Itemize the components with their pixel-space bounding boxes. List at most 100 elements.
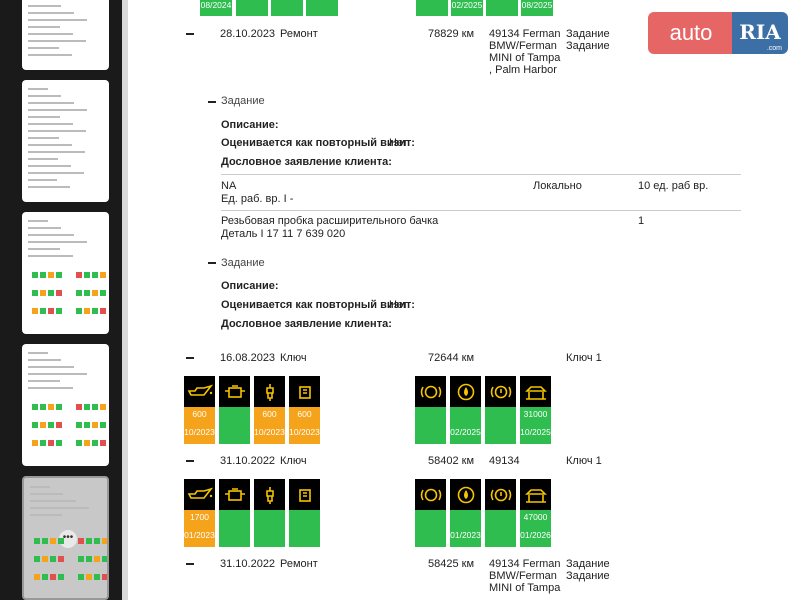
thumbnail-cell	[94, 556, 100, 562]
entry-date: 31.10.2022	[220, 455, 276, 467]
thumbnail-line	[30, 507, 89, 509]
task-collapse-icon[interactable]	[208, 262, 216, 264]
service-indicator: 01/2023	[450, 479, 481, 547]
thumbnail-cell	[94, 574, 100, 580]
service-indicator	[415, 376, 446, 444]
service-due-date: 01/2023	[450, 530, 481, 540]
thumbnail-cell	[48, 404, 54, 410]
thumbnail-line	[30, 514, 62, 516]
thumbnail-cell	[100, 308, 106, 314]
status-line: Задание	[566, 558, 610, 570]
thumbnail-cell	[40, 290, 46, 296]
thumbnail-cell	[100, 290, 106, 296]
page-thumbnail-5-selected[interactable]: •••	[22, 476, 109, 600]
thumbnail-cell	[50, 574, 56, 580]
collapse-toggle-icon[interactable]	[186, 563, 194, 565]
service-indicator: 600 10/2023	[254, 376, 285, 444]
entry-type: Ключ	[280, 455, 307, 467]
service-remaining-value: 600	[297, 409, 312, 419]
service-indicator	[485, 376, 516, 444]
thumbnail-cell	[92, 272, 98, 278]
thumbnail-cell	[102, 538, 107, 544]
entry-type: Ремонт	[280, 558, 318, 570]
collapse-toggle-icon[interactable]	[186, 357, 194, 359]
thumbnail-cell	[34, 556, 40, 562]
thumbnail-line	[28, 88, 48, 90]
service-remaining-value: 600	[262, 409, 277, 419]
fuel-filter-icon	[289, 479, 320, 510]
thumbnail-cell	[56, 440, 62, 446]
thumbnail-cell	[92, 422, 98, 428]
part-name: Резьбовая пробка расширительного бачка	[221, 215, 439, 227]
thumbnail-cell	[94, 538, 100, 544]
task-title: Задание	[221, 257, 265, 269]
spark-plug-icon	[254, 479, 285, 510]
service-status-orange: 600 10/2023	[184, 407, 215, 444]
thumbnail-cell	[48, 422, 54, 428]
thumbnail-cell	[58, 538, 64, 544]
repeat-visit-label: Оценивается как повторный визит:	[221, 137, 415, 149]
collapse-toggle-icon[interactable]	[186, 33, 194, 35]
repeat-visit-value: Нет	[389, 137, 408, 149]
thumbnail-line	[28, 165, 71, 167]
service-remaining-value: 600	[192, 409, 207, 419]
thumbnail-line	[28, 172, 84, 174]
page-thumbnail-2[interactable]	[22, 80, 109, 202]
top-icon-left-green-4	[306, 0, 338, 16]
service-status-green: 01/2023	[450, 510, 481, 547]
thumbnail-line	[28, 95, 61, 97]
page-thumbnail-1[interactable]	[22, 0, 109, 70]
logo-auto-text: auto	[648, 12, 734, 54]
entry-date: 16.08.2023	[220, 352, 276, 364]
dealer-line: BMW/Ferman	[489, 570, 557, 582]
thumbnail-line	[28, 54, 72, 56]
service-due-date: 01/2023	[184, 530, 215, 540]
thumbnail-line	[28, 33, 73, 35]
work-item-name: NA	[221, 180, 237, 192]
entry-mileage: 58402 км	[428, 455, 475, 467]
thumbnail-cell	[56, 422, 62, 428]
brake-fluid-icon	[450, 479, 481, 510]
thumbnail-cell	[40, 404, 46, 410]
thumbnail-cell	[76, 290, 82, 296]
dealer-line: MINI of Tampa	[489, 52, 561, 64]
car-lift-icon	[520, 376, 551, 407]
task-collapse-icon[interactable]	[208, 101, 216, 103]
thumbnail-cell	[42, 556, 48, 562]
thumbnail-line	[28, 380, 60, 382]
brake-rear-icon	[485, 479, 516, 510]
page-thumbnail-3[interactable]	[22, 212, 109, 334]
thumbnail-line	[28, 109, 87, 111]
top-icon-right-green-2: 02/2025	[451, 0, 483, 16]
dealer-line: BMW/Ferman	[489, 40, 557, 52]
divider	[221, 210, 741, 211]
top-icon-right-green-3	[486, 0, 518, 16]
thumbnail-cell	[48, 290, 54, 296]
page-thumbnail-4[interactable]	[22, 344, 109, 466]
thumbnail-cell	[32, 422, 38, 428]
thumbnail-cell	[76, 440, 82, 446]
thumbnail-cell	[76, 272, 82, 278]
service-due-date: 10/2023	[289, 427, 320, 437]
thumbnail-line	[28, 387, 73, 389]
repeat-visit-value: Нет	[389, 299, 408, 311]
service-status-green	[485, 407, 516, 444]
thumbnail-cell	[40, 440, 46, 446]
thumbnail-line	[28, 116, 60, 118]
thumbnail-cell	[100, 422, 106, 428]
thumbnail-cell	[76, 404, 82, 410]
thumbnail-line	[28, 158, 58, 160]
service-indicator: 47000 01/2026	[520, 479, 551, 547]
service-status-green	[219, 407, 250, 444]
status-line: Задание	[566, 40, 610, 52]
collapse-toggle-icon[interactable]	[186, 460, 194, 462]
thumbnail-cell	[58, 574, 64, 580]
thumbnail-cell	[40, 308, 46, 314]
top-icon-right-green-4: 08/2025	[521, 0, 553, 16]
thumbnail-cell	[84, 422, 90, 428]
entry-dealer: 49134 Ferman BMW/Ferman MINI of Tampa , …	[489, 28, 561, 76]
dealer-line: , Palm Harbor	[489, 64, 557, 76]
thumbnail-cell	[50, 556, 56, 562]
service-status-green	[289, 510, 320, 547]
thumbnail-line	[30, 500, 76, 502]
